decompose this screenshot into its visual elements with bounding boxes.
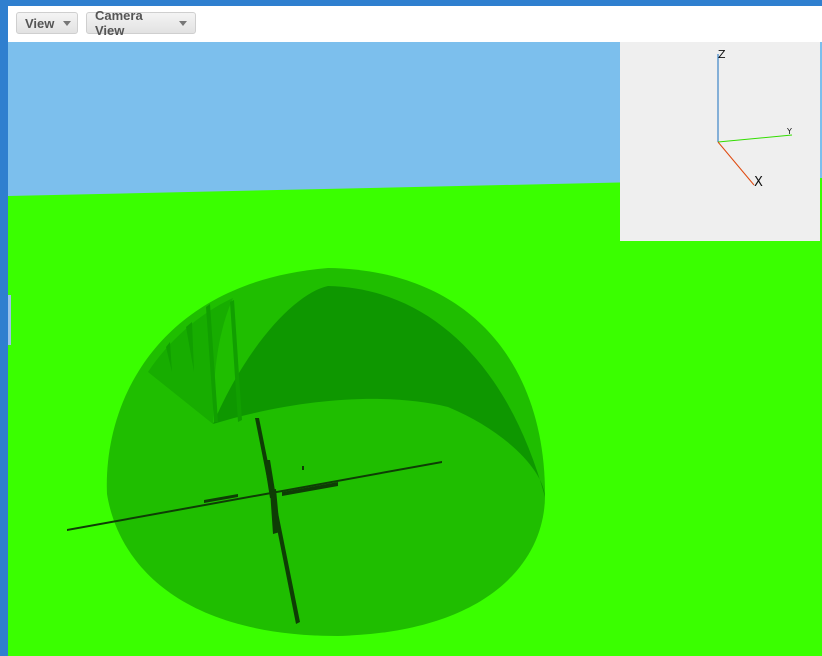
z-axis-label: Z: [718, 48, 726, 61]
view-menu-label: View: [25, 15, 55, 31]
app-window: View Camera View Z Y X: [8, 6, 822, 656]
camera-view-menu-label: Camera View: [95, 8, 143, 38]
axes-gizmo: Z Y X: [717, 48, 793, 190]
3d-viewport[interactable]: Z Y X: [8, 42, 822, 656]
camera-view-menu-button[interactable]: Camera View: [86, 8, 196, 38]
x-axis-label: X: [754, 175, 763, 190]
chevron-down-icon: [63, 20, 72, 26]
view-menu-button[interactable]: View: [16, 12, 78, 34]
y-axis-label: Y: [786, 127, 792, 136]
y-axis-line: [717, 134, 793, 143]
x-axis-line: [717, 141, 755, 186]
panel-resize-handle[interactable]: [8, 295, 11, 345]
toolbar: View Camera View: [8, 6, 822, 42]
axes-orientation-widget: Z Y X: [620, 42, 820, 241]
chevron-down-icon: [179, 20, 187, 26]
